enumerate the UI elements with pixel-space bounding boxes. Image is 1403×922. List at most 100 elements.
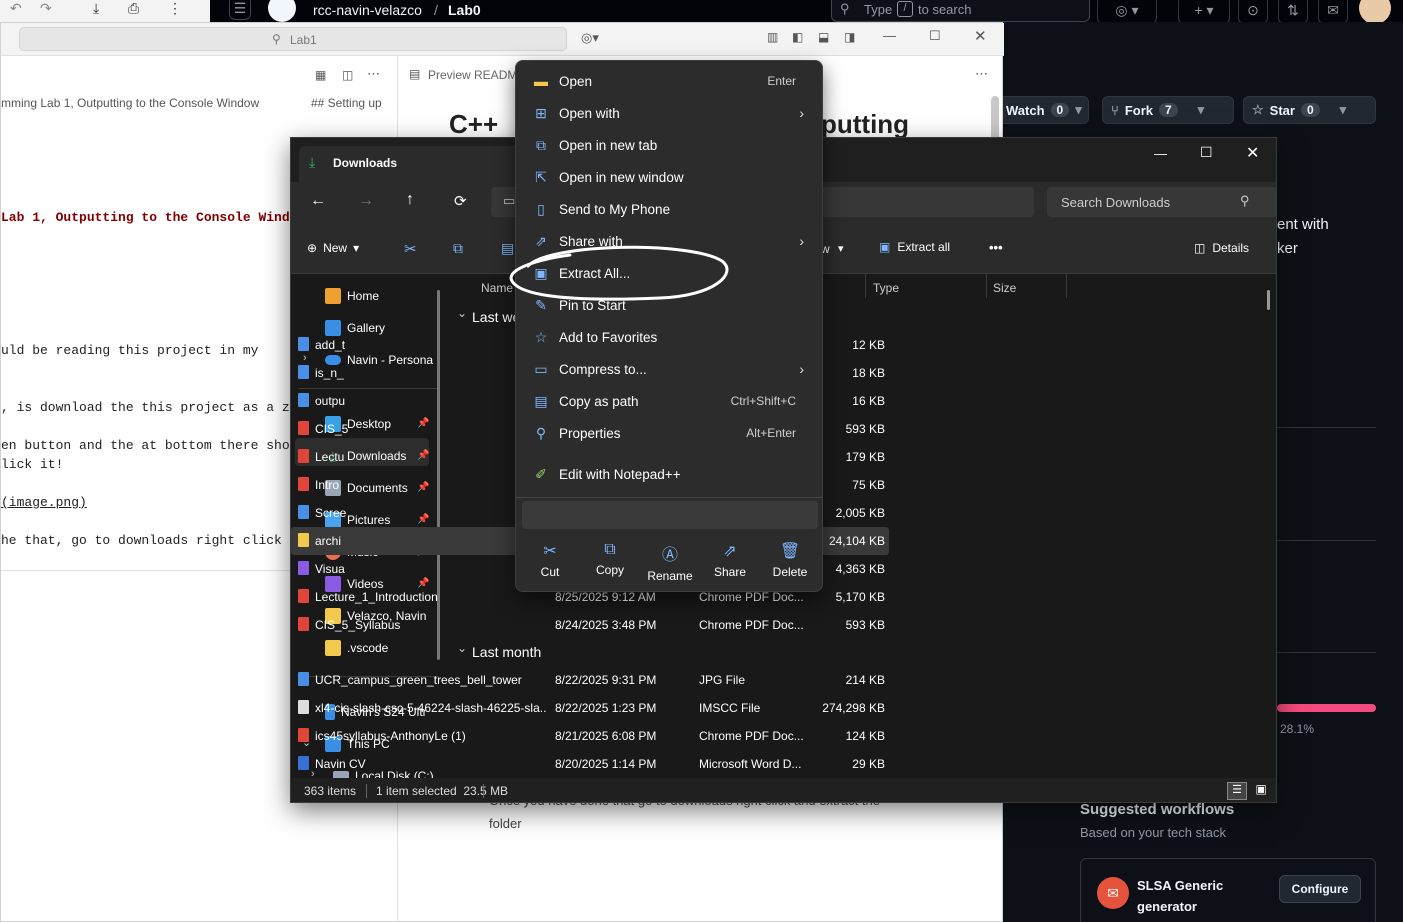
menu-item-label: Add to Favorites	[559, 329, 658, 345]
open-preview-icon[interactable]: ▦	[315, 68, 326, 82]
folder-icon	[325, 640, 341, 656]
menu-item-edit-with-notepad[interactable]: ✐ Edit with Notepad++	[522, 458, 818, 490]
forward-arrow-icon[interactable]: →	[358, 192, 374, 210]
file-row[interactable]: UCR_campus_green_trees_bell_tower 8/22/20…	[291, 666, 889, 694]
nav-home[interactable]: Home	[325, 282, 379, 310]
file-icon	[298, 393, 309, 407]
github-search-input[interactable]: ⚲ Type / to search	[831, 0, 1090, 22]
redo-icon[interactable]: ↷	[40, 0, 52, 17]
menu-item-open[interactable]: ▬ Open Enter	[522, 65, 818, 97]
editor-line: en button and the at bottom there shou	[1, 438, 298, 453]
minimize-icon[interactable]: —	[1154, 146, 1167, 161]
menu-item-properties[interactable]: ⚲ Properties Alt+Enter	[522, 417, 818, 449]
issues-icon[interactable]: ⊙	[1238, 0, 1268, 24]
refresh-icon[interactable]: ⟳	[454, 192, 467, 210]
fork-icon: ⑂	[1111, 102, 1119, 118]
preview-tab[interactable]: Preview READM	[428, 68, 517, 82]
menu-item-label: Properties	[559, 425, 621, 441]
tiles-view-icon[interactable]: ▣	[1251, 782, 1271, 800]
home-icon	[325, 288, 341, 304]
file-row[interactable]: xl4-cis-slash-csc-5-46224-slash-46225-sl…	[291, 694, 889, 722]
file-type: Chrome PDF Doc...	[699, 618, 804, 632]
file-icon	[298, 449, 309, 463]
more-icon[interactable]: ⋯	[975, 66, 988, 82]
menu-item-open-in-new-tab[interactable]: ⧉ Open in new tab	[522, 129, 818, 161]
hamburger-icon[interactable]: ☰	[229, 0, 251, 20]
undo-icon[interactable]: ↶	[10, 0, 22, 17]
up-arrow-icon[interactable]: ↑	[406, 191, 414, 209]
menu-item-send-to-my-phone[interactable]: ▯ Send to My Phone	[522, 193, 818, 225]
close-icon[interactable]: ✕	[974, 27, 987, 45]
file-name: xl4-cis-slash-csc-5-46224-slash-46225-sl…	[315, 701, 547, 715]
copy-icon[interactable]: ⧉	[453, 240, 463, 257]
group-header[interactable]: Last we	[472, 309, 520, 325]
command-search-input[interactable]: ⚲ Lab1	[19, 27, 567, 51]
maximize-icon[interactable]: ☐	[929, 28, 941, 44]
avatar[interactable]	[1359, 0, 1391, 24]
copilot-icon[interactable]: ◎▾	[581, 30, 599, 46]
notepadpp-icon: ✐	[535, 465, 547, 482]
file-row[interactable]: ics45syllabus-AnthonyLe (1) 8/21/2025 6:0…	[291, 722, 889, 750]
copilot-icon[interactable]: ◎ ▾	[1097, 0, 1157, 24]
search-downloads-input[interactable]: Search Downloads ⚲	[1047, 187, 1276, 217]
quick-action-share[interactable]: ⇗ Share	[700, 541, 760, 579]
more-icon[interactable]: ⋮	[168, 0, 182, 17]
group-header[interactable]: Last month	[472, 644, 541, 660]
fork-button[interactable]: ⑂ Fork 7 ▾	[1102, 96, 1234, 124]
quick-action-delete[interactable]: 🗑 Delete	[760, 541, 820, 579]
details-view-icon[interactable]: ☰	[1227, 782, 1247, 800]
file-row[interactable]: CIS_5_Syllabus 8/24/2025 3:48 PM Chrome PD…	[291, 611, 889, 639]
details-button[interactable]: ◫ Details	[1194, 241, 1249, 255]
menu-item-add-to-favorites[interactable]: ☆ Add to Favorites	[522, 321, 818, 353]
create-new-icon[interactable]: + ▾	[1178, 0, 1230, 24]
more-icon[interactable]: ⋯	[367, 66, 380, 82]
inbox-icon[interactable]: ✉	[1318, 0, 1348, 24]
layout-icon[interactable]: ▥	[767, 30, 778, 44]
new-button[interactable]: ⊕ New ▾	[307, 241, 359, 255]
chevron-down-icon[interactable]: ⌄	[457, 641, 467, 655]
pull-requests-icon[interactable]: ⇅	[1278, 0, 1308, 24]
more-icon[interactable]: •••	[989, 240, 1003, 255]
repo-name[interactable]: Lab0	[448, 2, 481, 18]
list-scrollbar[interactable]	[1267, 290, 1270, 310]
toggle-sidebar-icon[interactable]: ◧	[792, 30, 803, 44]
chevron-down-icon: ▾	[1075, 102, 1082, 117]
column-name[interactable]: Name	[481, 281, 513, 295]
menu-item-open-with[interactable]: ⊞ Open with ›	[522, 97, 818, 129]
minimize-icon[interactable]: —	[883, 28, 896, 43]
search-icon: ⚲	[272, 32, 281, 46]
tab-downloads[interactable]: ⤓ Downloads	[299, 146, 529, 182]
column-type[interactable]: Type	[873, 281, 899, 295]
close-icon[interactable]: ✕	[1246, 143, 1259, 163]
file-icon	[298, 589, 309, 603]
breadcrumb-tail[interactable]: ## Setting up	[311, 96, 382, 110]
nav-label: .vscode	[347, 641, 389, 655]
menu-item-open-in-new-window[interactable]: ⇱ Open in new window	[522, 161, 818, 193]
download-icon[interactable]: ⤓	[93, 0, 99, 17]
toggle-secondary-icon[interactable]: ◨	[844, 30, 855, 44]
watch-button[interactable]: Watch 0 ▾	[997, 96, 1089, 124]
file-row[interactable]: Navin CV 8/20/2025 1:14 PM Microsoft Word …	[291, 750, 889, 778]
column-size[interactable]: Size	[993, 281, 1016, 295]
quick-action-rename[interactable]: Ⓐ Rename	[640, 541, 700, 583]
repo-owner[interactable]: rcc-navin-velazco	[313, 2, 422, 18]
toggle-panel-icon[interactable]: ⬓	[818, 30, 829, 44]
file-name: Navin CV	[315, 757, 366, 771]
star-button[interactable]: ☆ Star 0 ▾	[1243, 96, 1376, 124]
maximize-icon[interactable]: ☐	[1200, 144, 1213, 161]
split-editor-icon[interactable]: ◫	[342, 68, 353, 82]
breadcrumb[interactable]: mming Lab 1, Outputting to the Console W…	[1, 96, 259, 110]
back-arrow-icon[interactable]: ←	[310, 192, 326, 210]
chevron-down-icon[interactable]: ⌄	[457, 306, 467, 320]
file-date: 8/24/2025 3:48 PM	[555, 618, 657, 632]
menu-item-compress-to[interactable]: ▭ Compress to... ›	[522, 353, 818, 385]
scissors-icon[interactable]: ✂	[404, 240, 417, 258]
extract-all-button[interactable]: ▣ Extract all	[879, 240, 950, 254]
menu-item-copy-as-path[interactable]: ▤ Copy as path Ctrl+Shift+C	[522, 385, 818, 417]
quick-action-copy[interactable]: ⧉ Copy	[580, 541, 640, 577]
menu-item-label: Copy as path	[559, 393, 639, 409]
quick-action-cut[interactable]: ✂ Cut	[520, 541, 580, 579]
configure-button[interactable]: Configure	[1279, 875, 1361, 903]
print-icon[interactable]: ⎙	[128, 0, 139, 17]
github-logo-icon[interactable]	[268, 0, 296, 22]
